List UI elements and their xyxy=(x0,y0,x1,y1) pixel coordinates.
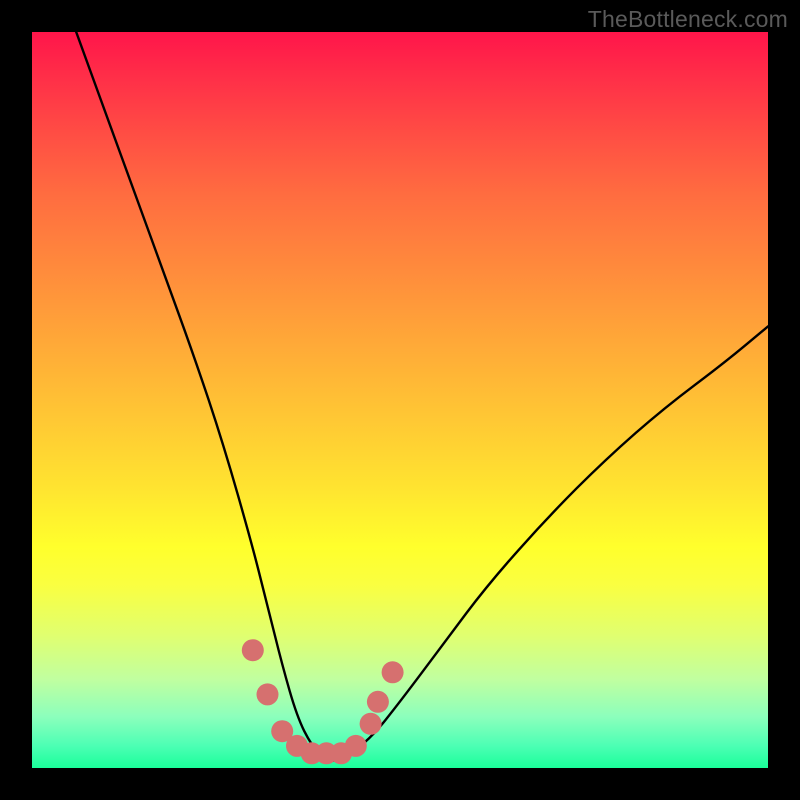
highlight-dot xyxy=(360,713,382,735)
highlight-dot xyxy=(382,661,404,683)
chart-frame: TheBottleneck.com xyxy=(0,0,800,800)
highlight-dots xyxy=(242,639,404,764)
highlight-dot xyxy=(257,683,279,705)
highlight-dot xyxy=(242,639,264,661)
watermark-text: TheBottleneck.com xyxy=(588,6,788,33)
highlight-dot xyxy=(345,735,367,757)
chart-svg xyxy=(32,32,768,768)
bottleneck-curve xyxy=(76,32,768,761)
highlight-dot xyxy=(367,691,389,713)
plot-area xyxy=(32,32,768,768)
